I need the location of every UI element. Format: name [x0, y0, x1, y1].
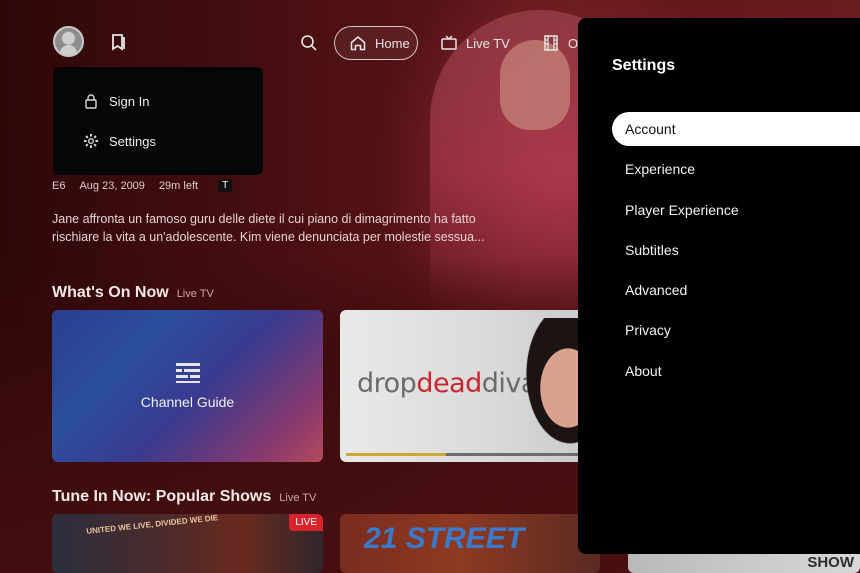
home-icon — [350, 36, 366, 51]
episode-number: E6 — [52, 179, 66, 192]
channel-guide-card[interactable]: Channel Guide — [52, 310, 323, 462]
settings-item-advanced[interactable]: Advanced — [612, 273, 860, 307]
gear-icon — [84, 134, 98, 148]
section-subtitle: Live TV — [279, 492, 317, 504]
film-icon — [544, 35, 558, 51]
account-dropdown-menu: Sign In Settings — [53, 67, 263, 175]
section-title: What's On Now — [52, 284, 169, 301]
profile-avatar[interactable] — [53, 26, 84, 57]
poster-text: SHOW — [807, 554, 854, 571]
settings-item-privacy[interactable]: Privacy — [612, 313, 860, 347]
section-whats-on-now: What's On Now Live TV — [52, 284, 214, 302]
time-left: 29m left — [158, 179, 199, 192]
section-subtitle: Live TV — [176, 288, 214, 300]
sign-in-menu-item[interactable]: Sign In — [83, 89, 149, 113]
settings-item-about[interactable]: About — [612, 354, 860, 388]
bookmarks-icon[interactable] — [110, 33, 128, 51]
lock-icon — [85, 94, 97, 109]
watch-progress-fill — [346, 453, 446, 456]
settings-item-account[interactable]: Account — [612, 112, 860, 146]
menu-item-label: Sign In — [109, 93, 150, 109]
episode-meta: E6 Aug 23, 2009 29m left T — [52, 179, 233, 192]
rating-badge: T — [218, 179, 233, 192]
settings-menu-item[interactable]: Settings — [83, 129, 156, 153]
settings-item-player-experience[interactable]: Player Experience — [612, 193, 860, 227]
show-logo-text: dropdeaddiva — [357, 368, 537, 399]
search-icon[interactable] — [300, 34, 318, 52]
nav-tab-home[interactable]: Home — [334, 26, 418, 60]
popular-show-card[interactable]: 21 STREET — [340, 514, 600, 573]
settings-panel: Settings Account Experience Player Exper… — [578, 18, 860, 554]
settings-item-experience[interactable]: Experience — [612, 152, 860, 186]
logo-word: dead — [416, 368, 482, 399]
section-title: Tune In Now: Popular Shows — [52, 488, 272, 505]
poster-text: UNITED WE LIVE, DIVIDED WE DIE — [85, 514, 219, 536]
section-tune-in-now: Tune In Now: Popular Shows Live TV — [52, 488, 316, 506]
channel-guide-icon — [175, 363, 200, 383]
settings-list: Account Experience Player Experience Sub… — [612, 112, 860, 394]
nav-tab-live-tv[interactable]: Live TV — [426, 26, 528, 60]
live-badge: LIVE — [289, 514, 323, 531]
nav-tab-label: Home — [375, 35, 410, 51]
watch-progress-bar — [346, 453, 596, 456]
menu-item-label: Settings — [109, 133, 156, 149]
settings-item-subtitles[interactable]: Subtitles — [612, 233, 860, 267]
channel-guide-label: Channel Guide — [140, 394, 235, 410]
poster-text: 21 STREET — [364, 522, 525, 555]
logo-word: drop — [357, 368, 417, 399]
episode-description: Jane affronta un famoso guru delle diete… — [52, 212, 485, 244]
tv-icon — [441, 35, 457, 50]
popular-show-card[interactable]: UNITED WE LIVE, DIVIDED WE DIE LIVE — [52, 514, 323, 573]
drop-dead-diva-card[interactable]: dropdeaddiva — [340, 310, 600, 462]
air-date: Aug 23, 2009 — [79, 179, 145, 192]
settings-title: Settings — [612, 57, 676, 74]
nav-tab-label: Live TV — [466, 35, 510, 51]
